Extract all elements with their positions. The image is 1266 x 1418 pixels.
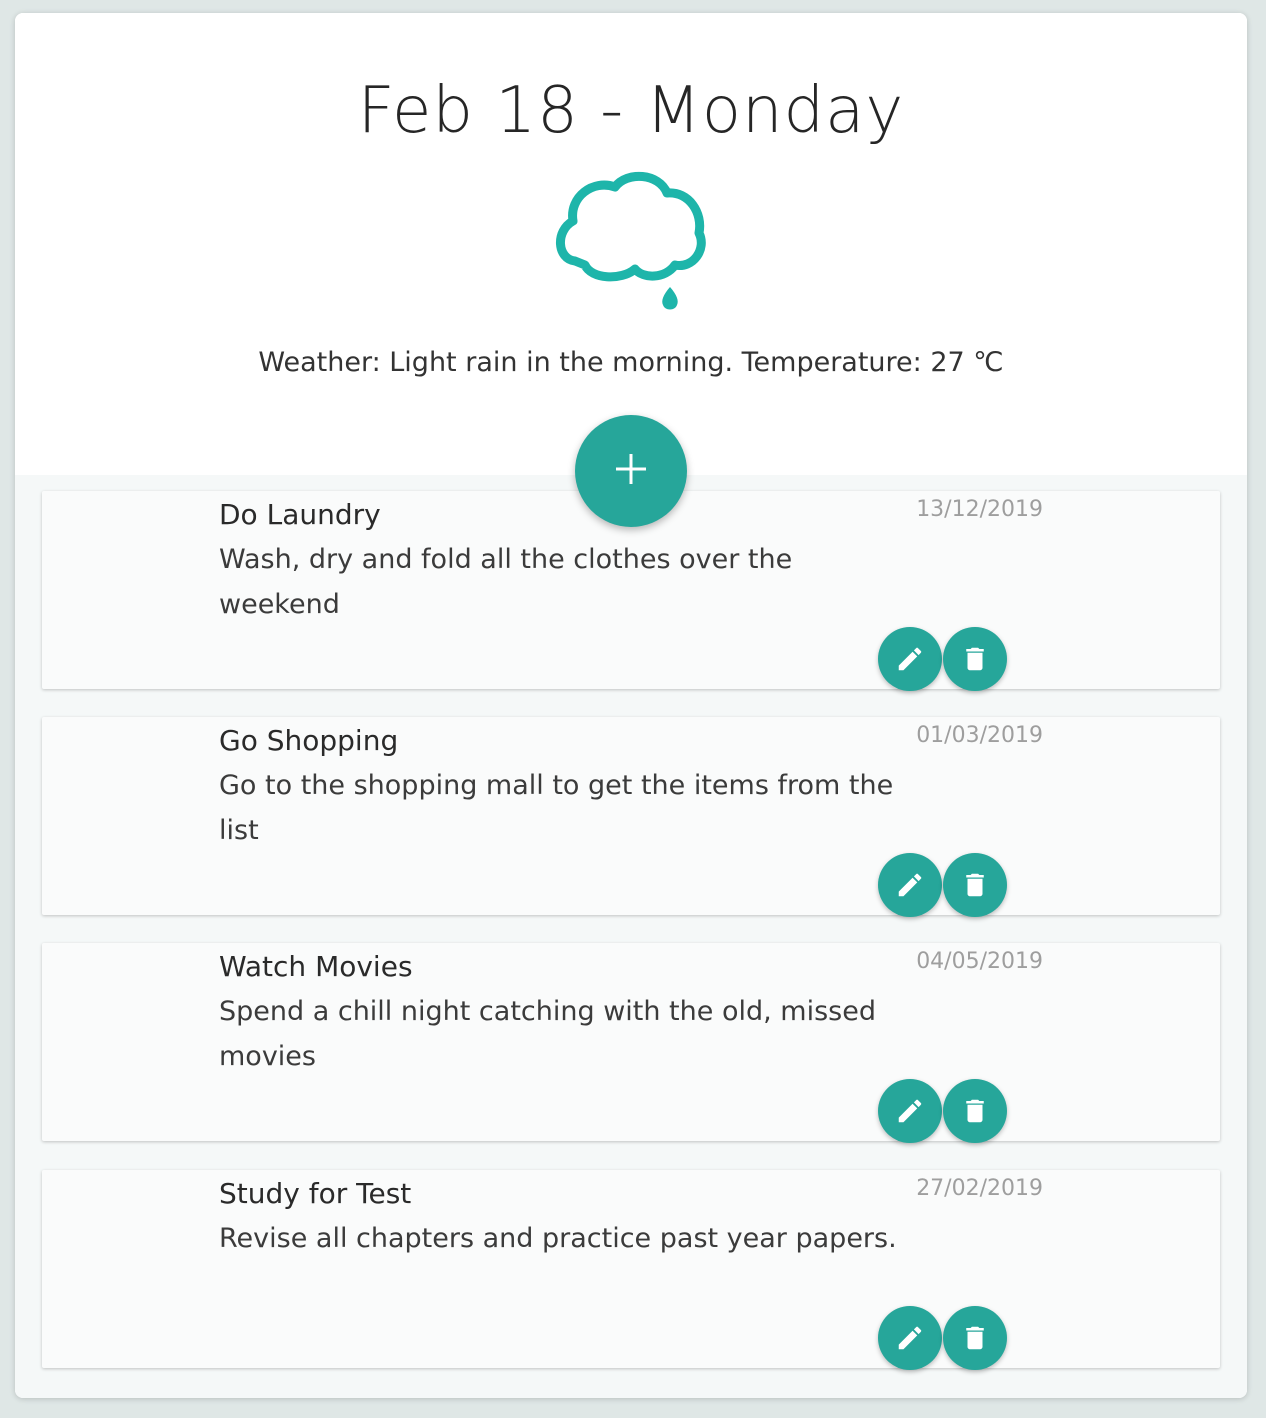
page-title: Feb 18 - Monday [357,74,905,148]
delete-button[interactable] [943,1306,1007,1370]
task-description: Spend a chill night catching with the ol… [219,996,876,1072]
task-card[interactable]: Study for Test Revise all chapters and p… [42,1170,1220,1370]
task-title: Watch Movies [219,950,413,983]
day-header: Feb 18 - Monday Weather: Light rain in t… [15,13,1247,475]
edit-button[interactable] [878,1306,942,1370]
trash-icon [960,644,990,674]
task-list: Do Laundry Wash, dry and fold all the cl… [15,475,1247,1398]
pencil-icon [895,870,925,900]
pencil-icon [895,644,925,674]
cloud-rain-icon [555,169,707,319]
task-title: Go Shopping [219,724,399,757]
task-date: 04/05/2019 [916,949,1043,974]
task-date: 27/02/2019 [916,1176,1043,1201]
task-card[interactable]: Watch Movies Spend a chill night catchin… [42,943,1220,1143]
task-card[interactable]: Go Shopping Go to the shopping mall to g… [42,717,1220,917]
trash-icon [960,870,990,900]
task-title: Do Laundry [219,498,381,531]
pencil-icon [895,1323,925,1353]
task-description: Go to the shopping mall to get the items… [219,770,894,846]
weather-description: Weather: Light rain in the morning. Temp… [258,347,1004,378]
task-date: 01/03/2019 [916,723,1043,748]
delete-button[interactable] [943,1079,1007,1143]
pencil-icon [895,1096,925,1126]
delete-button[interactable] [943,627,1007,691]
trash-icon [960,1096,990,1126]
task-description: Wash, dry and fold all the clothes over … [219,544,793,620]
task-description: Revise all chapters and practice past ye… [219,1223,897,1254]
edit-button[interactable] [878,1079,942,1143]
edit-button[interactable] [878,627,942,691]
plus-icon [614,452,648,490]
delete-button[interactable] [943,853,1007,917]
trash-icon [960,1323,990,1353]
task-date: 13/12/2019 [916,497,1043,522]
edit-button[interactable] [878,853,942,917]
day-card: Feb 18 - Monday Weather: Light rain in t… [15,13,1247,1398]
add-task-button[interactable] [575,415,687,527]
task-title: Study for Test [219,1177,412,1210]
